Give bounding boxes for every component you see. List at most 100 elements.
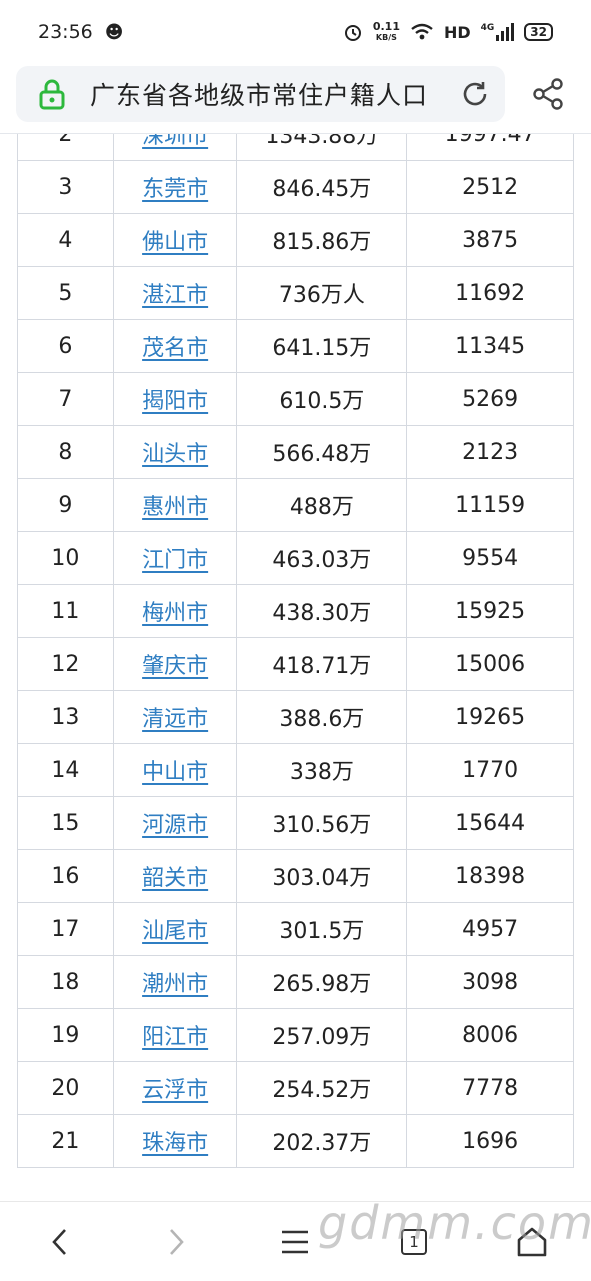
city-link[interactable]: 河源市: [142, 813, 208, 838]
city-cell: 云浮市: [112, 1061, 238, 1115]
menu-button[interactable]: [273, 1220, 317, 1264]
city-cell: 惠州市: [112, 478, 238, 532]
area-cell: 11159: [406, 478, 574, 532]
city-link[interactable]: 揭阳市: [142, 389, 208, 414]
table-row: 5 湛江市 736万人 11692: [17, 266, 574, 320]
hd-label: HD: [443, 22, 471, 42]
area-cell: 1770: [406, 743, 574, 797]
share-icon: [533, 78, 563, 110]
city-link[interactable]: 中山市: [142, 760, 208, 785]
city-cell: 清远市: [112, 690, 238, 744]
rank-cell: 9: [17, 478, 114, 532]
address-bar[interactable]: 广东省各地级市常住户籍人口: [16, 66, 505, 122]
lock-icon: [39, 79, 65, 110]
area-cell: 1997.47: [406, 134, 574, 161]
rank-cell: 19: [17, 1008, 114, 1062]
city-link[interactable]: 阳江市: [142, 1025, 208, 1050]
rank-cell: 7: [17, 372, 114, 426]
table-row: 20 云浮市 254.52万 7778: [17, 1061, 574, 1115]
rank-cell: 3: [17, 160, 114, 214]
app-notification-icon: ☻: [104, 21, 124, 43]
city-cell: 肇庆市: [112, 637, 238, 691]
table-row: 11 梅州市 438.30万 15925: [17, 584, 574, 638]
rank-cell: 17: [17, 902, 114, 956]
population-cell: 438.30万: [236, 584, 408, 638]
population-cell: 610.5万: [236, 372, 408, 426]
population-cell: 310.56万: [236, 796, 408, 850]
table-row: 9 惠州市 488万 11159: [17, 478, 574, 532]
table-row: 6 茂名市 641.15万 11345: [17, 319, 574, 373]
city-cell: 东莞市: [112, 160, 238, 214]
city-link[interactable]: 湛江市: [142, 283, 208, 308]
city-cell: 茂名市: [112, 319, 238, 373]
city-link[interactable]: 潮州市: [142, 972, 208, 997]
area-cell: 2123: [406, 425, 574, 479]
population-cell: 257.09万: [236, 1008, 408, 1062]
city-cell: 阳江市: [112, 1008, 238, 1062]
table-row: 19 阳江市 257.09万 8006: [17, 1008, 574, 1062]
area-cell: 15006: [406, 637, 574, 691]
area-cell: 9554: [406, 531, 574, 585]
page-content[interactable]: 2 深圳市 1343.88万 1997.47 3 东莞市 846.45万 2512 4 佛山市 81…: [0, 133, 591, 1201]
table-row: 16 韶关市 303.04万 18398: [17, 849, 574, 903]
population-cell: 338万: [236, 743, 408, 797]
population-cell: 418.71万: [236, 637, 408, 691]
forward-button[interactable]: [154, 1220, 198, 1264]
population-cell: 254.52万: [236, 1061, 408, 1115]
watermark: gdmm.com: [318, 1196, 591, 1250]
rank-cell: 21: [17, 1114, 114, 1168]
share-button[interactable]: [528, 74, 568, 114]
city-cell: 揭阳市: [112, 372, 238, 426]
refresh-icon[interactable]: [459, 78, 491, 110]
table-row: 8 汕头市 566.48万 2123: [17, 425, 574, 479]
city-link[interactable]: 汕头市: [142, 442, 208, 467]
city-link[interactable]: 云浮市: [142, 1078, 208, 1103]
table-row: 13 清远市 388.6万 19265: [17, 690, 574, 744]
population-cell: 303.04万: [236, 849, 408, 903]
signal-icon: 4G: [481, 23, 515, 41]
city-link[interactable]: 深圳市: [142, 134, 208, 149]
forward-icon: [170, 1229, 184, 1255]
rank-cell: 18: [17, 955, 114, 1009]
city-link[interactable]: 佛山市: [142, 230, 208, 255]
area-cell: 4957: [406, 902, 574, 956]
rank-cell: 20: [17, 1061, 114, 1115]
page-title[interactable]: 广东省各地级市常住户籍人口: [90, 76, 459, 112]
population-cell: 846.45万: [236, 160, 408, 214]
city-cell: 汕头市: [112, 425, 238, 479]
area-cell: 15644: [406, 796, 574, 850]
area-cell: 15925: [406, 584, 574, 638]
city-link[interactable]: 珠海市: [142, 1131, 208, 1156]
city-cell: 潮州市: [112, 955, 238, 1009]
city-link[interactable]: 茂名市: [142, 336, 208, 361]
population-cell: 202.37万: [236, 1114, 408, 1168]
city-cell: 江门市: [112, 531, 238, 585]
table-row: 21 珠海市 202.37万 1696: [17, 1114, 574, 1168]
rank-cell: 4: [17, 213, 114, 267]
city-link[interactable]: 韶关市: [142, 866, 208, 891]
area-cell: 11692: [406, 266, 574, 320]
rank-cell: 5: [17, 266, 114, 320]
population-cell: 265.98万: [236, 955, 408, 1009]
rank-cell: 13: [17, 690, 114, 744]
city-link[interactable]: 汕尾市: [142, 919, 208, 944]
city-link[interactable]: 清远市: [142, 707, 208, 732]
city-cell: 中山市: [112, 743, 238, 797]
city-cell: 湛江市: [112, 266, 238, 320]
back-button[interactable]: [38, 1220, 82, 1264]
city-link[interactable]: 江门市: [142, 548, 208, 573]
table-row: 14 中山市 338万 1770: [17, 743, 574, 797]
area-cell: 7778: [406, 1061, 574, 1115]
city-link[interactable]: 肇庆市: [142, 654, 208, 679]
population-cell: 736万人: [236, 266, 408, 320]
table-row: 17 汕尾市 301.5万 4957: [17, 902, 574, 956]
city-link[interactable]: 惠州市: [142, 495, 208, 520]
city-cell: 河源市: [112, 796, 238, 850]
population-cell: 463.03万: [236, 531, 408, 585]
city-link[interactable]: 东莞市: [142, 177, 208, 202]
wifi-icon: [411, 23, 433, 40]
city-cell: 梅州市: [112, 584, 238, 638]
area-cell: 11345: [406, 319, 574, 373]
city-link[interactable]: 梅州市: [142, 601, 208, 626]
table-row: 2 深圳市 1343.88万 1997.47: [17, 134, 574, 161]
